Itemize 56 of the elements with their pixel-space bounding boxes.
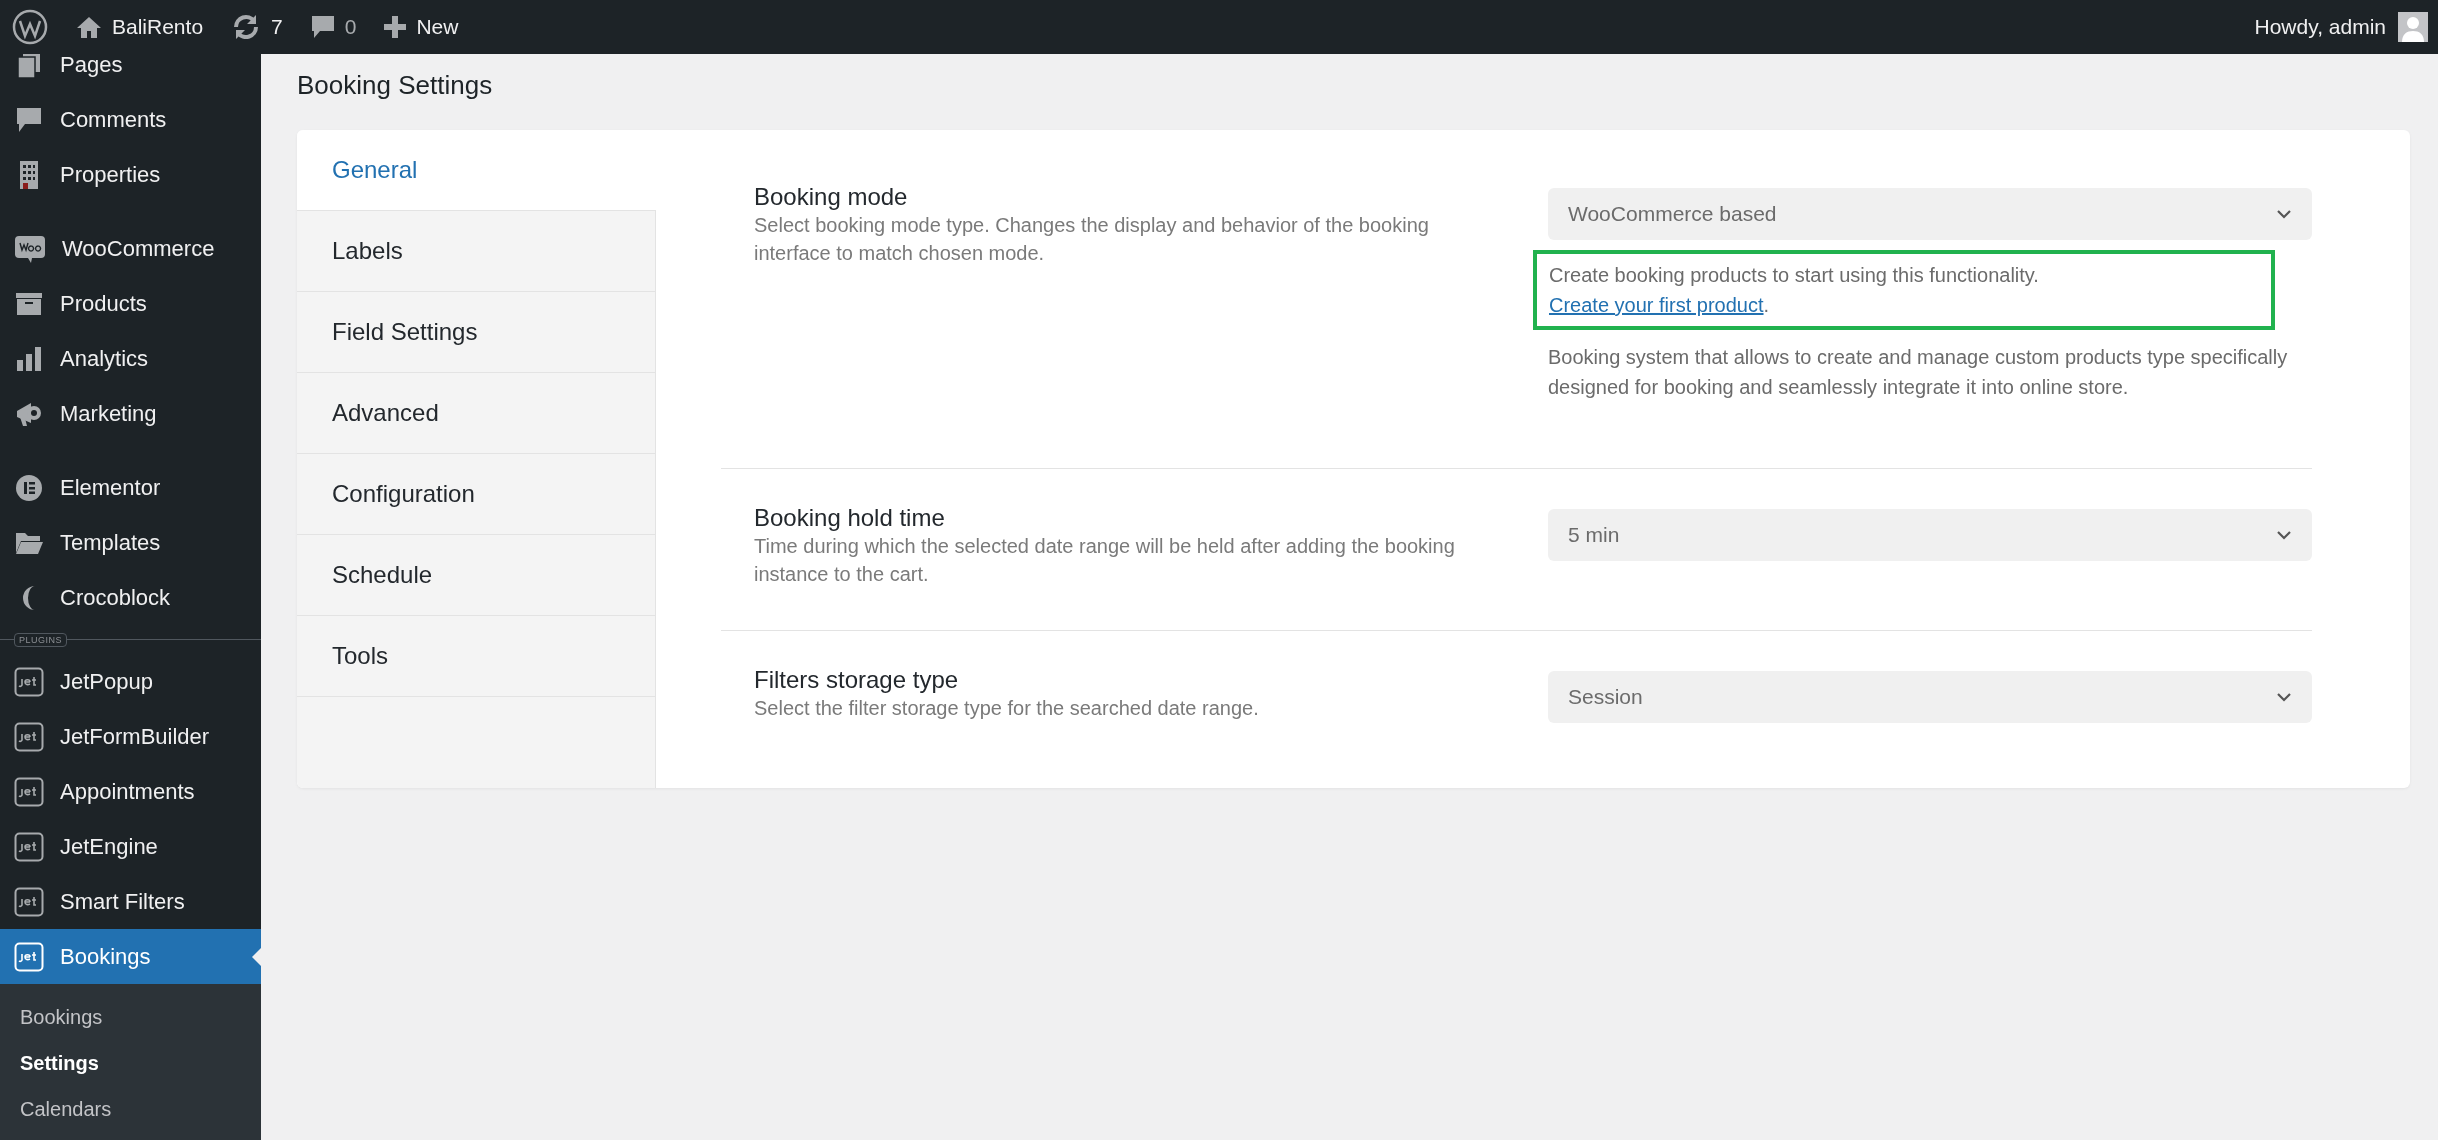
account-menu[interactable]: Howdy, admin [2254, 12, 2428, 42]
menu-item[interactable]: Appointments [0, 764, 261, 819]
new-content-link[interactable]: New [384, 15, 459, 39]
jet-logo-icon [14, 721, 44, 752]
menu-item[interactable]: Elementor [0, 460, 261, 515]
avatar-icon [2398, 12, 2428, 42]
jet-logo-icon [14, 886, 44, 917]
setting-title: Booking mode [754, 183, 909, 211]
chevron-down-icon [2276, 530, 2292, 540]
menu-item[interactable]: Analytics [0, 331, 261, 386]
setting-title: Booking hold time [754, 504, 946, 532]
menu-item[interactable]: Marketing [0, 386, 261, 441]
menu-item[interactable]: JetEngine [0, 819, 261, 874]
menu-item[interactable]: Smart Filters [0, 874, 261, 929]
select-field[interactable]: 5 min [1548, 509, 2312, 561]
wordpress-logo-icon [12, 9, 48, 45]
page-title: Booking Settings [297, 69, 494, 102]
menu-item[interactable]: Pages [0, 54, 261, 92]
submenu-item[interactable]: Bookings [0, 994, 261, 1040]
notice-text: Create booking products to start using this functionality. Create your first product. [1533, 250, 2275, 330]
menu-item[interactable]: Comments [0, 92, 261, 147]
menu-item[interactable]: WooCommerce [0, 221, 261, 276]
chevron-down-icon [2276, 692, 2292, 702]
create-product-link[interactable]: Create your first product [1549, 294, 1764, 316]
submenu-item[interactable]: Settings [0, 1040, 261, 1086]
woo-logo-icon [14, 233, 46, 264]
settings-tab[interactable]: General [297, 130, 656, 211]
plus-icon [384, 16, 407, 38]
menu-item[interactable]: Products [0, 276, 261, 331]
updates-link[interactable]: 7 [231, 14, 283, 40]
setting-description: Select booking mode type. Changes the display and behavior of the booking interface to match chosen mode. [754, 213, 1430, 266]
jet-logo-icon [14, 776, 44, 807]
submenu-item[interactable]: Calendars [0, 1086, 261, 1132]
menu-item[interactable]: JetPopup [0, 654, 261, 709]
crescent-icon [22, 584, 36, 611]
setting-description: Select the filter storage type for the searched date range. [754, 696, 1260, 721]
help-text: Booking system that allows to create and manage custom products type specifically designed for booking and seamlessly integrate it into online store. [1548, 345, 2289, 400]
menu-item[interactable]: Bookings [0, 929, 261, 984]
site-name-link[interactable]: BaliRento [76, 15, 204, 39]
setting-description: Time during which the selected date range will be held after adding the booking instance to the cart. [754, 534, 1456, 587]
jet-logo-icon [14, 831, 44, 862]
section-label: PLUGINS [14, 632, 67, 647]
jet-logo-icon [14, 941, 44, 972]
select-field[interactable]: WooCommerce based [1548, 188, 2312, 240]
elementor-logo-icon [14, 472, 44, 503]
select-field[interactable]: Session [1548, 671, 2312, 723]
menu-item[interactable]: Properties [0, 147, 261, 202]
menu-item[interactable]: Templates [0, 515, 261, 570]
jet-logo-icon [14, 666, 44, 697]
menu-item[interactable]: JetFormBuilder [0, 709, 261, 764]
setting-title: Filters storage type [754, 666, 960, 694]
comments-link[interactable]: 0 [310, 14, 357, 40]
menu-item[interactable]: Crocoblock [0, 570, 261, 625]
home-icon [76, 15, 102, 39]
chevron-down-icon [2276, 209, 2292, 219]
speech-bubble-icon [310, 14, 335, 40]
